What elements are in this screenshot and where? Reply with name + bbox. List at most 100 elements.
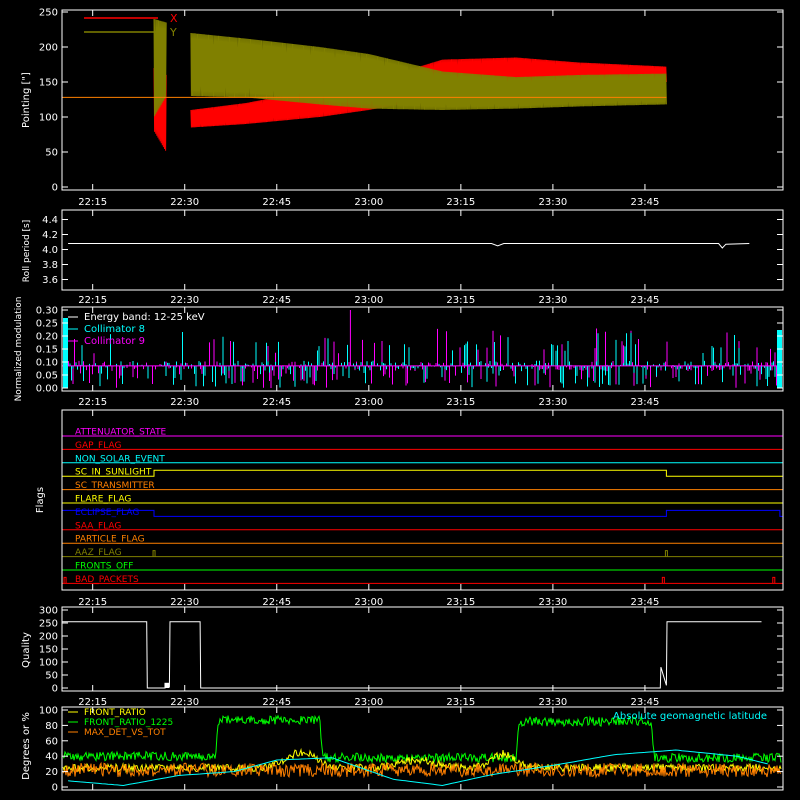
x-tick-label: 23:15 bbox=[446, 197, 475, 208]
legend-label: FRONT_RATIO bbox=[84, 708, 146, 718]
flag-pulse bbox=[772, 576, 776, 584]
roll-period-line bbox=[68, 243, 750, 249]
x-tick-label: 22:30 bbox=[170, 597, 199, 608]
flag-pulse bbox=[661, 576, 665, 584]
y-tick-label: 150 bbox=[39, 78, 58, 89]
x-tick-label: 23:15 bbox=[446, 295, 475, 306]
figure: XY 22:15 22:30 22:45 23:00 23:15 23:30 23:45 0 50… bbox=[14, 8, 784, 794]
y-tick-label: 250 bbox=[39, 619, 58, 630]
flag-label: ECLIPSE_FLAG bbox=[75, 508, 139, 518]
flag-label: BAD_PACKETS bbox=[75, 575, 139, 585]
modulation-series-1 bbox=[68, 328, 782, 388]
flag-label: SAA_FLAG bbox=[75, 521, 121, 531]
flag-pulse bbox=[63, 576, 67, 584]
y-tick-label: 3.6 bbox=[42, 275, 58, 286]
flag-line-sc_in_sunlight bbox=[62, 469, 783, 477]
x-tick-label: 22:30 bbox=[170, 397, 199, 408]
x-tick-label: 23:30 bbox=[538, 295, 567, 306]
flag-label: SC_TRANSMITTER bbox=[75, 481, 155, 491]
y-tick-label: 200 bbox=[39, 632, 58, 643]
y-axis-title: Flags bbox=[35, 487, 46, 513]
legend-label: Collimator 9 bbox=[84, 336, 145, 347]
x-tick-label: 22:45 bbox=[262, 597, 291, 608]
x-tick-label: 23:30 bbox=[538, 397, 567, 408]
flag-label: NON_SOLAR_EVENT bbox=[75, 454, 165, 464]
modulation-series-0 bbox=[63, 332, 782, 388]
x-tick-label: 23:15 bbox=[446, 397, 475, 408]
x-tick-label: 23:45 bbox=[631, 597, 660, 608]
x-tick-label: 23:45 bbox=[631, 295, 660, 306]
flag-label: PARTICLE_FLAG bbox=[75, 535, 145, 545]
flag-label: ATTENUATOR_STATE bbox=[75, 428, 167, 438]
y-tick-label: 0.15 bbox=[36, 345, 58, 356]
x-tick-label: 22:15 bbox=[78, 597, 107, 608]
y-tick-label: 40 bbox=[45, 752, 58, 763]
y-axis-title: Normalized modulation bbox=[14, 297, 24, 402]
y-tick-label: 20 bbox=[45, 767, 58, 778]
y-tick-label: 50 bbox=[45, 148, 58, 159]
y-tick-label: 4.2 bbox=[42, 230, 58, 241]
x-tick-label: 23:00 bbox=[354, 397, 383, 408]
y-tick-label: 60 bbox=[45, 736, 58, 747]
y-tick-label: 0.00 bbox=[36, 384, 58, 395]
x-tick-label: 22:30 bbox=[170, 697, 199, 708]
y-tick-label: 100 bbox=[39, 706, 58, 717]
modulation-right-edge bbox=[777, 330, 782, 388]
flag-label: AAZ_FLAG bbox=[75, 548, 122, 558]
quality-noise bbox=[164, 682, 170, 688]
x-tick-label: 23:15 bbox=[446, 597, 475, 608]
x-tick-label: 22:15 bbox=[78, 197, 107, 208]
y-tick-label: 200 bbox=[39, 43, 58, 54]
x-tick-label: 23:15 bbox=[446, 697, 475, 708]
y-tick-label: 50 bbox=[45, 671, 58, 682]
x-tick-label: 23:30 bbox=[538, 597, 567, 608]
y-tick-label: 0.10 bbox=[36, 358, 58, 369]
y-tick-label: 0.30 bbox=[36, 306, 58, 317]
y-axis-title: Quality bbox=[21, 632, 32, 668]
x-tick-label: 22:30 bbox=[170, 197, 199, 208]
panel-3-frame bbox=[61, 409, 784, 591]
y-tick-label: 300 bbox=[39, 606, 58, 617]
x-tick-label: 23:00 bbox=[354, 597, 383, 608]
flag-line-eclipse_flag bbox=[61, 509, 783, 517]
legend-label: X bbox=[170, 12, 178, 25]
x-tick-label: 22:30 bbox=[170, 295, 199, 306]
y-tick-label: 0.05 bbox=[36, 371, 58, 382]
flag-label: FRONTS_OFF bbox=[75, 562, 133, 572]
x-tick-label: 22:45 bbox=[262, 697, 291, 708]
y-tick-label: 100 bbox=[39, 113, 58, 124]
legend-label: MAX_DET_VS_TOT bbox=[84, 728, 166, 738]
modulation-left-edge bbox=[63, 318, 68, 388]
x-tick-label: 23:00 bbox=[354, 697, 383, 708]
y-axis-title: Roll period [s] bbox=[22, 220, 32, 282]
x-tick-label: 22:45 bbox=[262, 397, 291, 408]
x-tick-label: 22:15 bbox=[78, 295, 107, 306]
y-tick-label: 4.4 bbox=[42, 215, 58, 226]
x-tick-label: 22:15 bbox=[78, 697, 107, 708]
quality-line bbox=[62, 621, 762, 689]
x-tick-label: 22:45 bbox=[262, 197, 291, 208]
flag-label: FLARE_FLAG bbox=[75, 495, 131, 505]
y-tick-label: 0 bbox=[52, 783, 58, 794]
x-tick-label: 23:30 bbox=[538, 197, 567, 208]
geomagnetic-latitude-label: Absolute geomagnetic latitude bbox=[613, 711, 767, 722]
y-tick-label: 0.25 bbox=[36, 319, 58, 330]
legend-label: FRONT_RATIO_1225 bbox=[84, 718, 173, 728]
y-tick-label: 80 bbox=[45, 721, 58, 732]
y-tick-label: 4.0 bbox=[42, 245, 58, 256]
y-tick-label: 0 bbox=[52, 183, 58, 194]
x-tick-label: 22:15 bbox=[78, 397, 107, 408]
flag-pulse bbox=[152, 550, 156, 557]
y-axis-title: Degrees or % bbox=[21, 712, 32, 780]
y-tick-label: 0 bbox=[52, 684, 58, 695]
x-tick-label: 23:45 bbox=[631, 197, 660, 208]
x-tick-label: 23:45 bbox=[631, 697, 660, 708]
y-tick-label: 0.20 bbox=[36, 332, 58, 343]
legend-label: Collimator 8 bbox=[84, 324, 145, 335]
y-axis-title: Pointing ["] bbox=[21, 72, 32, 128]
x-tick-label: 23:00 bbox=[354, 197, 383, 208]
x-tick-label: 22:45 bbox=[262, 295, 291, 306]
y-tick-label: 3.8 bbox=[42, 260, 58, 271]
energy-band-label: Energy band: 12-25 keV bbox=[84, 312, 205, 323]
y-tick-label: 100 bbox=[39, 658, 58, 669]
